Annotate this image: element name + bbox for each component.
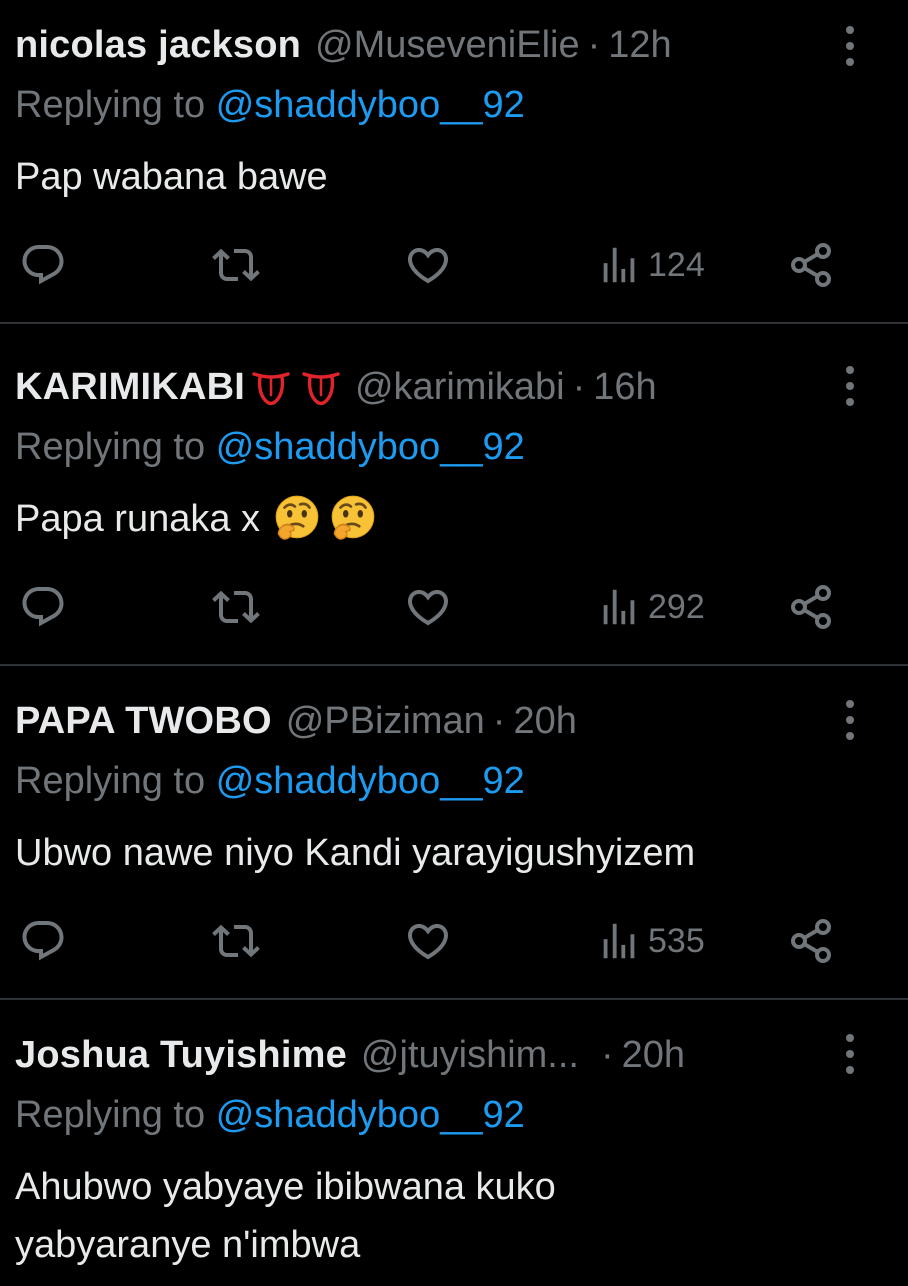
- tweet-text-line: yabyaranye n'imbwa: [15, 1224, 361, 1266]
- share-icon: [786, 917, 836, 965]
- separator-dot: ·: [600, 1033, 614, 1076]
- more-vertical-icon[interactable]: [838, 366, 862, 406]
- tweet-reply[interactable]: KARIMIKABI @karimikabi · 16h Replying to…: [0, 324, 908, 664]
- retweet-icon: [208, 241, 264, 289]
- replying-to: Replying to @shaddyboo__92: [15, 1094, 525, 1137]
- like-icon: [403, 241, 453, 289]
- tweet-text: Pap wabana bawe: [15, 156, 328, 198]
- views-icon: [596, 918, 642, 964]
- author-handle[interactable]: @jtuyishim...: [361, 1034, 579, 1077]
- share-button[interactable]: [786, 583, 836, 631]
- views-icon: [596, 584, 642, 630]
- separator-dot: ·: [572, 365, 586, 408]
- timestamp[interactable]: 20h: [513, 700, 576, 743]
- author-handle[interactable]: @karimikabi: [355, 366, 565, 409]
- share-button[interactable]: [786, 917, 836, 965]
- reply-icon: [19, 241, 67, 289]
- timestamp[interactable]: 20h: [622, 1034, 685, 1077]
- timestamp[interactable]: 12h: [608, 24, 671, 67]
- author-handle[interactable]: @MuseveniElie: [315, 24, 580, 67]
- author-name[interactable]: Joshua Tuyishime: [15, 1034, 347, 1077]
- retweet-button[interactable]: [208, 583, 264, 631]
- views-button[interactable]: 124: [596, 241, 705, 289]
- tweet-reply[interactable]: nicolas jackson @MuseveniElie · 12h Repl…: [0, 0, 908, 322]
- tweet-reply[interactable]: PAPA TWOBO @PBiziman · 20h Replying to @…: [0, 666, 908, 998]
- reply-icon: [19, 917, 67, 965]
- author-name[interactable]: PAPA TWOBO: [15, 700, 272, 743]
- replying-to-label: Replying to: [15, 426, 206, 468]
- author-handle[interactable]: @PBiziman: [286, 700, 485, 743]
- action-bar: 292: [0, 583, 908, 631]
- more-vertical-icon[interactable]: [838, 700, 862, 740]
- reply-mention-link[interactable]: @shaddyboo__92: [216, 1094, 525, 1136]
- thinking-face-emoji: [272, 494, 322, 544]
- reply-mention-link[interactable]: @shaddyboo__92: [216, 426, 525, 468]
- replying-to-label: Replying to: [15, 760, 206, 802]
- replying-to-label: Replying to: [15, 1094, 206, 1136]
- share-icon: [786, 583, 836, 631]
- tweet-header: KARIMIKABI @karimikabi · 16h: [15, 362, 657, 412]
- views-count: 535: [648, 921, 705, 960]
- action-bar: 124: [0, 241, 908, 289]
- tweet-text: Ahubwo yabyaye ibibwana kuko yabyaranye …: [15, 1158, 556, 1274]
- share-button[interactable]: [786, 241, 836, 289]
- reply-button[interactable]: [19, 583, 67, 631]
- tweet-header: Joshua Tuyishime @jtuyishim... · 20h: [15, 1030, 685, 1080]
- retweet-icon: [208, 583, 264, 631]
- retweet-icon: [208, 917, 264, 965]
- reply-mention-link[interactable]: @shaddyboo__92: [216, 760, 525, 802]
- author-name[interactable]: nicolas jackson: [15, 24, 301, 67]
- author-name[interactable]: KARIMIKABI: [15, 366, 245, 409]
- reply-mention-link[interactable]: @shaddyboo__92: [216, 84, 525, 126]
- tweet-text-row: Papa runaka x: [15, 490, 378, 548]
- replying-to: Replying to @shaddyboo__92: [15, 84, 525, 127]
- tweet-text-line: Ahubwo yabyaye ibibwana kuko: [15, 1166, 556, 1208]
- tweet-header: PAPA TWOBO @PBiziman · 20h: [15, 696, 577, 746]
- like-button[interactable]: [403, 241, 453, 289]
- replying-to: Replying to @shaddyboo__92: [15, 760, 525, 803]
- replying-to: Replying to @shaddyboo__92: [15, 426, 525, 469]
- more-vertical-icon[interactable]: [838, 26, 862, 66]
- like-button[interactable]: [403, 583, 453, 631]
- like-icon: [403, 917, 453, 965]
- reply-button[interactable]: [19, 241, 67, 289]
- views-button[interactable]: 535: [596, 917, 705, 965]
- tweet-text: Papa runaka x: [15, 498, 261, 540]
- reply-icon: [19, 583, 67, 631]
- share-icon: [786, 241, 836, 289]
- views-count: 124: [648, 245, 705, 284]
- red-tongue-emoji: [251, 367, 341, 407]
- like-icon: [403, 583, 453, 631]
- separator-dot: ·: [492, 699, 506, 742]
- views-button[interactable]: 292: [596, 583, 705, 631]
- replying-to-label: Replying to: [15, 84, 206, 126]
- retweet-button[interactable]: [208, 917, 264, 965]
- timestamp[interactable]: 16h: [593, 366, 656, 409]
- like-button[interactable]: [403, 917, 453, 965]
- separator-dot: ·: [587, 23, 601, 66]
- thinking-face-emoji: [328, 494, 378, 544]
- action-bar: 535: [0, 917, 908, 965]
- views-count: 292: [648, 587, 705, 626]
- tweet-header: nicolas jackson @MuseveniElie · 12h: [15, 20, 672, 70]
- reply-button[interactable]: [19, 917, 67, 965]
- more-vertical-icon[interactable]: [838, 1034, 862, 1074]
- retweet-button[interactable]: [208, 241, 264, 289]
- views-icon: [596, 242, 642, 288]
- tweet-reply[interactable]: Joshua Tuyishime @jtuyishim... · 20h Rep…: [0, 1000, 908, 1286]
- tweet-text: Ubwo nawe niyo Kandi yarayigushyizem: [15, 832, 696, 874]
